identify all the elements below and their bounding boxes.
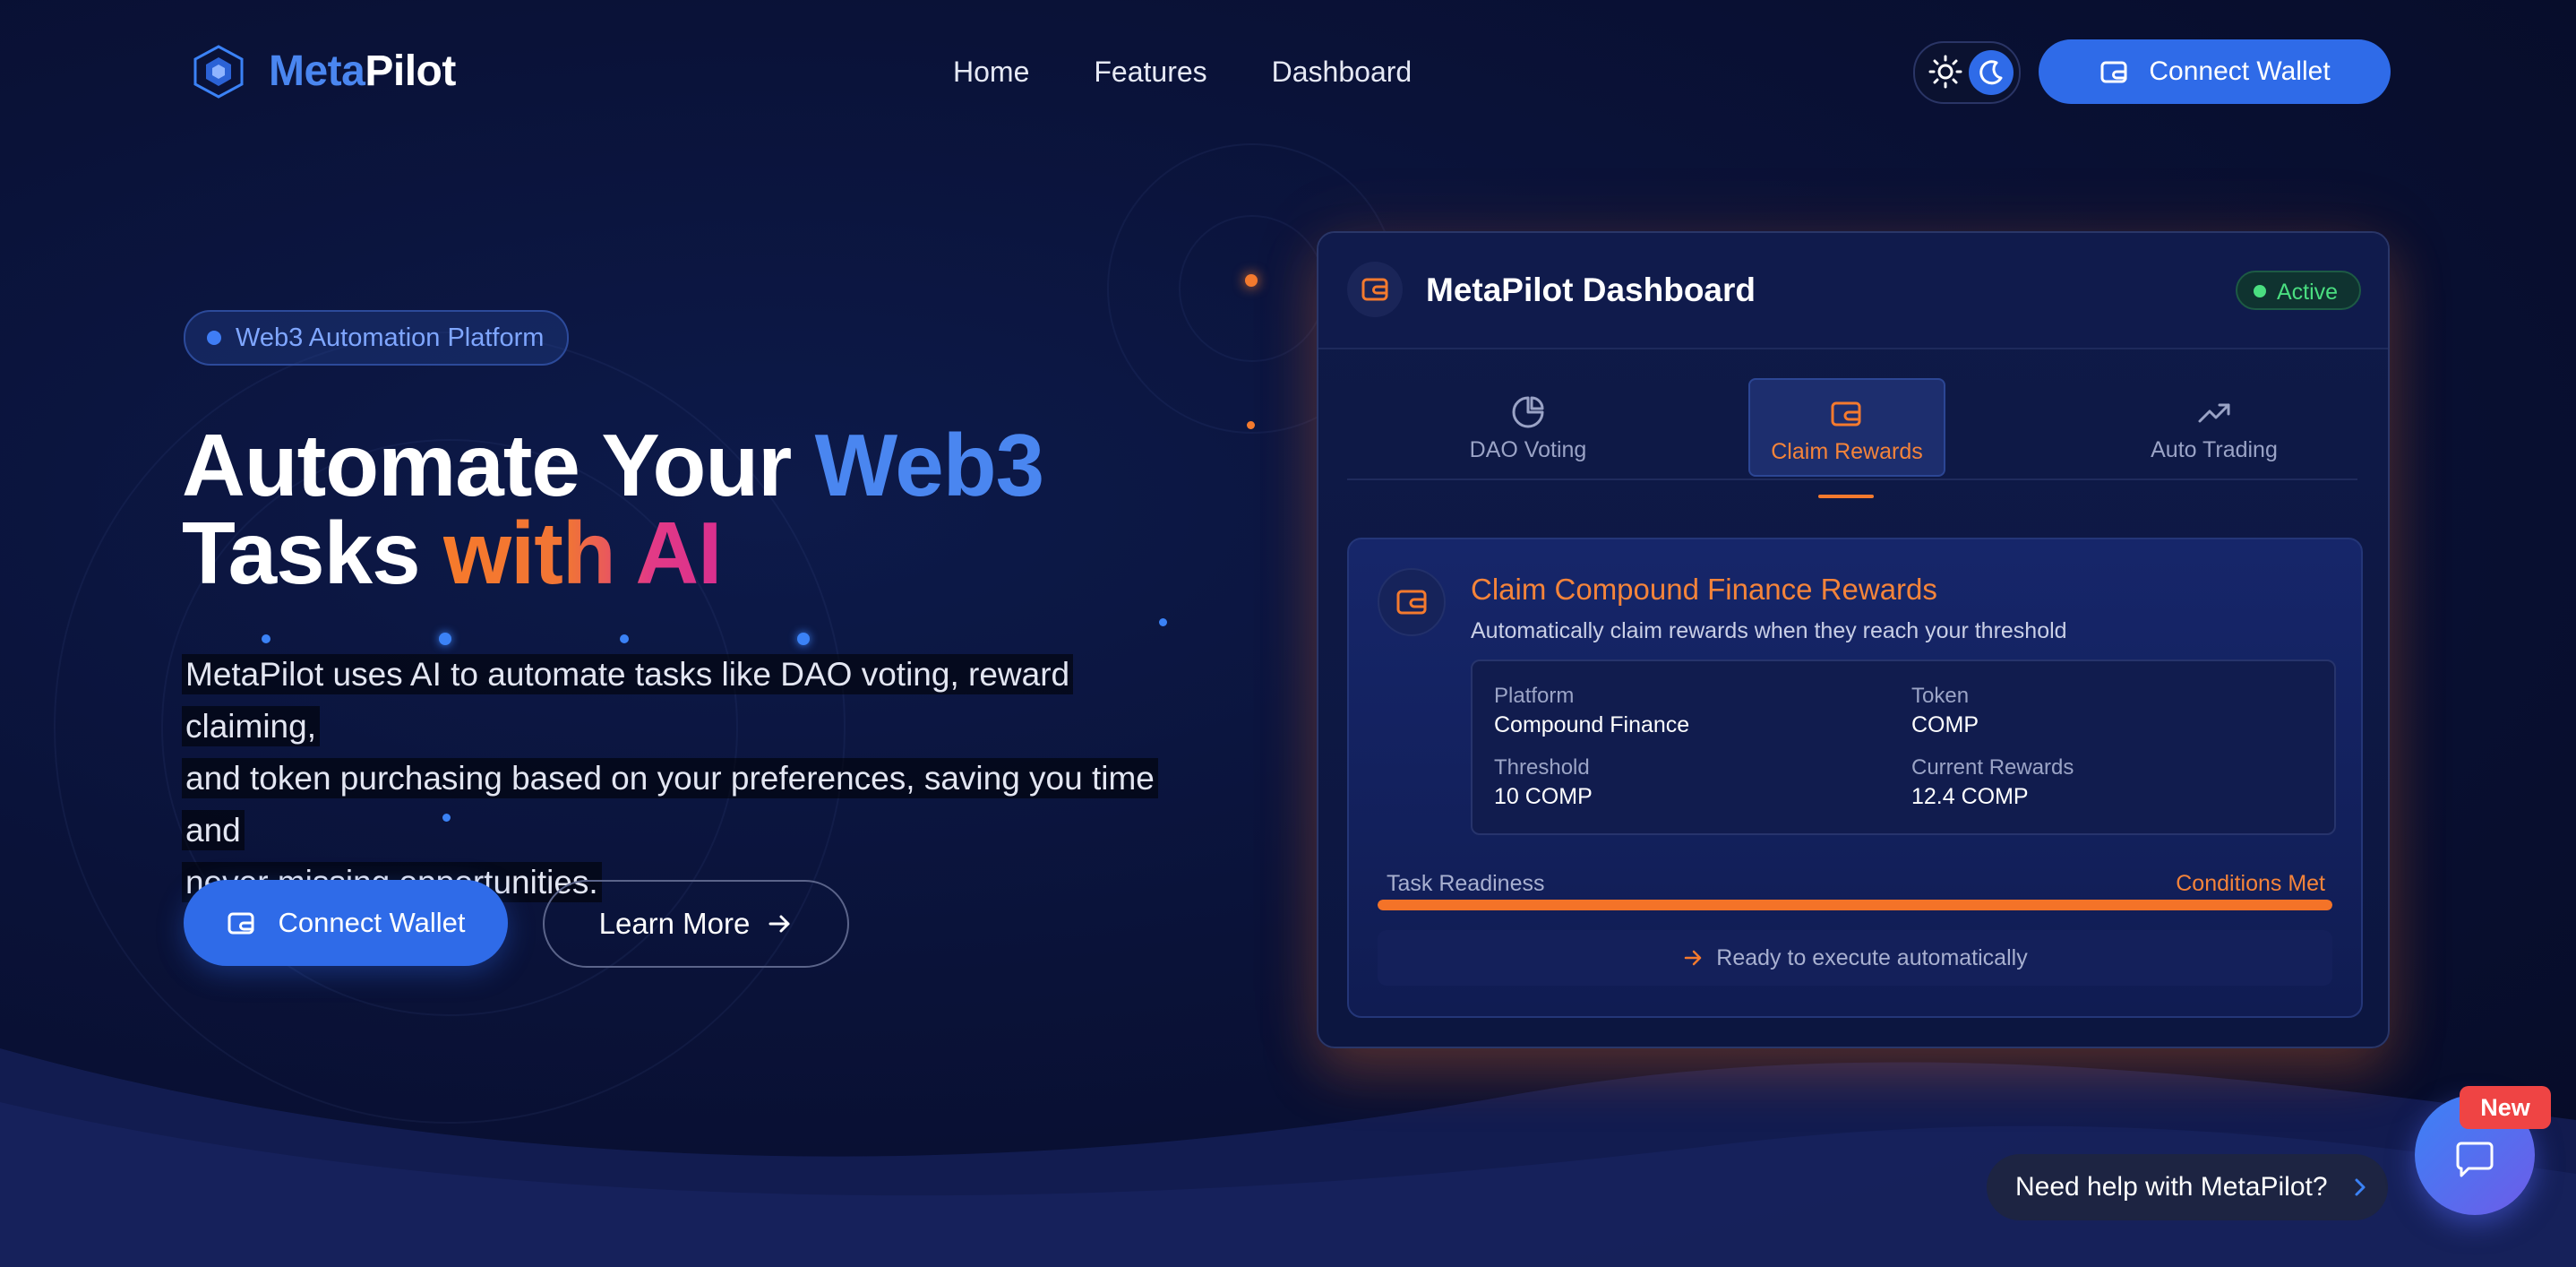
arrow-right-icon bbox=[769, 915, 790, 933]
arrow-right-icon bbox=[1685, 950, 1702, 966]
dashboard-title: MetaPilot Dashboard bbox=[1426, 272, 1756, 308]
readiness-progress-bar bbox=[1378, 900, 2332, 910]
chevron-right-icon bbox=[2355, 1178, 2366, 1196]
status-dot bbox=[2254, 285, 2266, 297]
background-dot bbox=[1245, 274, 1258, 287]
theme-toggle[interactable] bbox=[1913, 41, 2021, 104]
execute-note-label: Ready to execute automatically bbox=[1716, 944, 2028, 970]
headline-highlight-web3: Web3 bbox=[814, 416, 1045, 514]
description-line: and token purchasing based on your prefe… bbox=[182, 758, 1158, 850]
tab-dao-voting-label: DAO Voting bbox=[1469, 437, 1587, 462]
sun-icon[interactable] bbox=[1928, 54, 1963, 90]
tab-claim-rewards-label: Claim Rewards bbox=[1771, 439, 1923, 464]
readiness-progress-fill bbox=[1378, 900, 2332, 910]
background-dot bbox=[439, 633, 451, 645]
tab-auto-trading-label: Auto Trading bbox=[2151, 437, 2278, 462]
background-dot bbox=[262, 634, 270, 643]
logo-icon[interactable] bbox=[192, 43, 245, 100]
hero-badge: Web3 Automation Platform bbox=[184, 310, 570, 366]
badge-dot bbox=[207, 331, 221, 345]
dashboard-card: MetaPilot Dashboard Active DAO Voting Cl… bbox=[1317, 231, 2390, 1048]
wallet-icon bbox=[1831, 401, 1861, 427]
task-readiness-label: Task Readiness bbox=[1387, 871, 1545, 896]
task-wallet-icon bbox=[1378, 568, 1446, 636]
headline-highlight-ai: with AI bbox=[442, 504, 723, 602]
platform-value: Compound Finance bbox=[1494, 712, 1690, 737]
nav-dashboard-link[interactable]: Dashboard bbox=[1272, 50, 1413, 93]
headline-part: Tasks bbox=[182, 504, 443, 602]
hero-description: MetaPilot uses AI to automate tasks like… bbox=[182, 649, 1203, 909]
tab-auto-trading[interactable]: Auto Trading bbox=[2116, 378, 2313, 475]
main-nav: Home Features Dashboard bbox=[953, 50, 1412, 93]
trending-up-icon bbox=[2198, 403, 2230, 423]
wallet-icon bbox=[228, 912, 254, 935]
background-dot bbox=[1159, 618, 1167, 626]
task-readiness-status: Conditions Met bbox=[2176, 871, 2325, 896]
new-badge: New bbox=[2460, 1086, 2551, 1129]
help-prompt-label: Need help with MetaPilot? bbox=[2015, 1172, 2328, 1202]
dashboard-card-header: MetaPilot Dashboard Active bbox=[1318, 233, 2388, 349]
headline-part: Automate Your bbox=[182, 416, 815, 514]
learn-more-button[interactable]: Learn More bbox=[543, 880, 849, 968]
dashboard-tabs: DAO Voting Claim Rewards Auto Trading bbox=[1347, 378, 2357, 480]
learn-more-label: Learn More bbox=[598, 907, 751, 940]
task-panel: Claim Compound Finance Rewards Automatic… bbox=[1347, 538, 2363, 1018]
hero-connect-wallet-button[interactable]: Connect Wallet bbox=[184, 880, 508, 966]
nav-features-link[interactable]: Features bbox=[1094, 50, 1206, 93]
current-rewards-label: Current Rewards bbox=[1911, 755, 2074, 780]
threshold-label: Threshold bbox=[1494, 755, 1590, 780]
hero-connect-wallet-label: Connect Wallet bbox=[278, 907, 466, 938]
help-prompt[interactable]: Need help with MetaPilot? bbox=[1987, 1154, 2388, 1220]
execute-note: Ready to execute automatically bbox=[1378, 930, 2332, 986]
wallet-icon bbox=[2100, 61, 2127, 83]
pie-chart-icon bbox=[1512, 396, 1544, 428]
status-badge-label: Active bbox=[2277, 280, 2339, 305]
moon-icon[interactable] bbox=[1969, 50, 2014, 95]
brand-name[interactable]: MetaPilot bbox=[269, 43, 456, 100]
platform-label: Platform bbox=[1494, 684, 1575, 708]
nav-home-link[interactable]: Home bbox=[953, 50, 1029, 93]
hero-badge-label: Web3 Automation Platform bbox=[236, 323, 545, 352]
hero-headline: Automate Your Web3 Tasks with AI bbox=[182, 421, 1257, 597]
header-connect-wallet-label: Connect Wallet bbox=[2149, 56, 2331, 86]
task-title: Claim Compound Finance Rewards bbox=[1471, 573, 1937, 606]
token-label: Token bbox=[1911, 684, 1970, 708]
active-tab-indicator bbox=[1818, 495, 1874, 498]
dashboard-wallet-icon bbox=[1347, 262, 1403, 317]
current-rewards-value: 12.4 COMP bbox=[1911, 784, 2029, 809]
background-dot bbox=[797, 633, 810, 645]
task-subtitle: Automatically claim rewards when they re… bbox=[1471, 618, 2067, 643]
tab-dao-voting[interactable]: DAO Voting bbox=[1430, 378, 1627, 475]
header-connect-wallet-button[interactable]: Connect Wallet bbox=[2039, 39, 2391, 104]
threshold-value: 10 COMP bbox=[1494, 784, 1593, 809]
background-ring bbox=[1179, 215, 1326, 362]
tab-claim-rewards[interactable]: Claim Rewards bbox=[1748, 378, 1945, 477]
brand-name-part2: Pilot bbox=[365, 47, 456, 95]
task-details: Platform Compound Finance Token COMP Thr… bbox=[1471, 659, 2336, 835]
token-value: COMP bbox=[1911, 712, 1979, 737]
brand-name-part1: Meta bbox=[269, 47, 365, 95]
description-line: MetaPilot uses AI to automate tasks like… bbox=[182, 654, 1074, 746]
background-dot bbox=[620, 634, 629, 643]
status-badge: Active bbox=[2236, 271, 2361, 310]
